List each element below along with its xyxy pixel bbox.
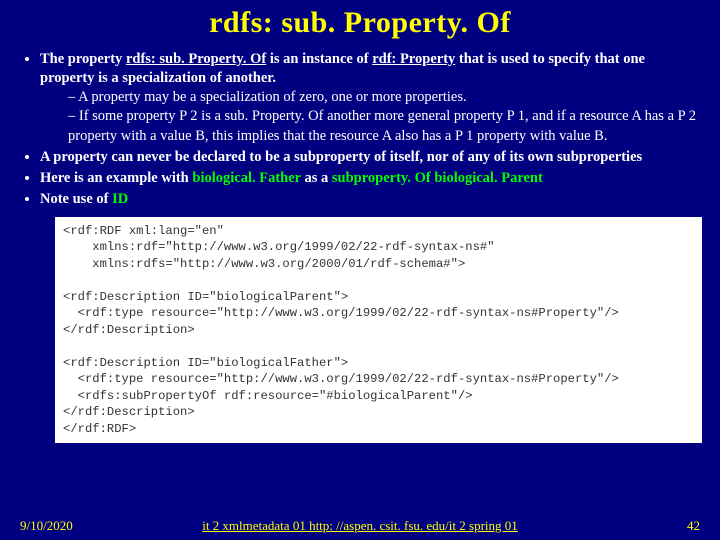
bullet-1-sub-1: A property may be a specialization of ze… [68,88,702,107]
code-example: <rdf:RDF xml:lang="en" xmlns:rdf="http:/… [55,217,702,443]
bullet-1-sub-2: If some property P 2 is a sub. Property.… [68,107,702,145]
footer-link: it 2 xmlmetadata 01 http: //aspen. csit.… [0,518,720,534]
b3-text-pre: Here is an example with [40,170,192,186]
b1-text-mid: is an instance of [266,51,372,67]
b1-underline-2: rdf: Property [372,51,455,67]
bullet-1-sublist: A property may be a specialization of ze… [40,88,702,145]
slide-title: rdfs: sub. Property. Of [0,0,720,40]
b1-underline-1: rdfs: sub. Property. Of [126,51,266,67]
b3-text-mid: as a [301,170,332,186]
b1-text-pre: The property [40,51,126,67]
b4-text-pre: Note use of [40,191,112,207]
b4-green: ID [112,191,128,207]
b3-green-2: subproperty. Of biological. Parent [332,170,543,186]
bullet-2: A property can never be declared to be a… [40,148,702,167]
bullet-1: The property rdfs: sub. Property. Of is … [40,50,702,146]
slide-body: The property rdfs: sub. Property. Of is … [0,40,720,209]
bullet-3: Here is an example with biological. Fath… [40,169,702,188]
footer-page-number: 42 [687,518,700,534]
b3-green-1: biological. Father [192,170,300,186]
bullet-list: The property rdfs: sub. Property. Of is … [18,50,702,209]
bullet-4: Note use of ID [40,190,702,209]
